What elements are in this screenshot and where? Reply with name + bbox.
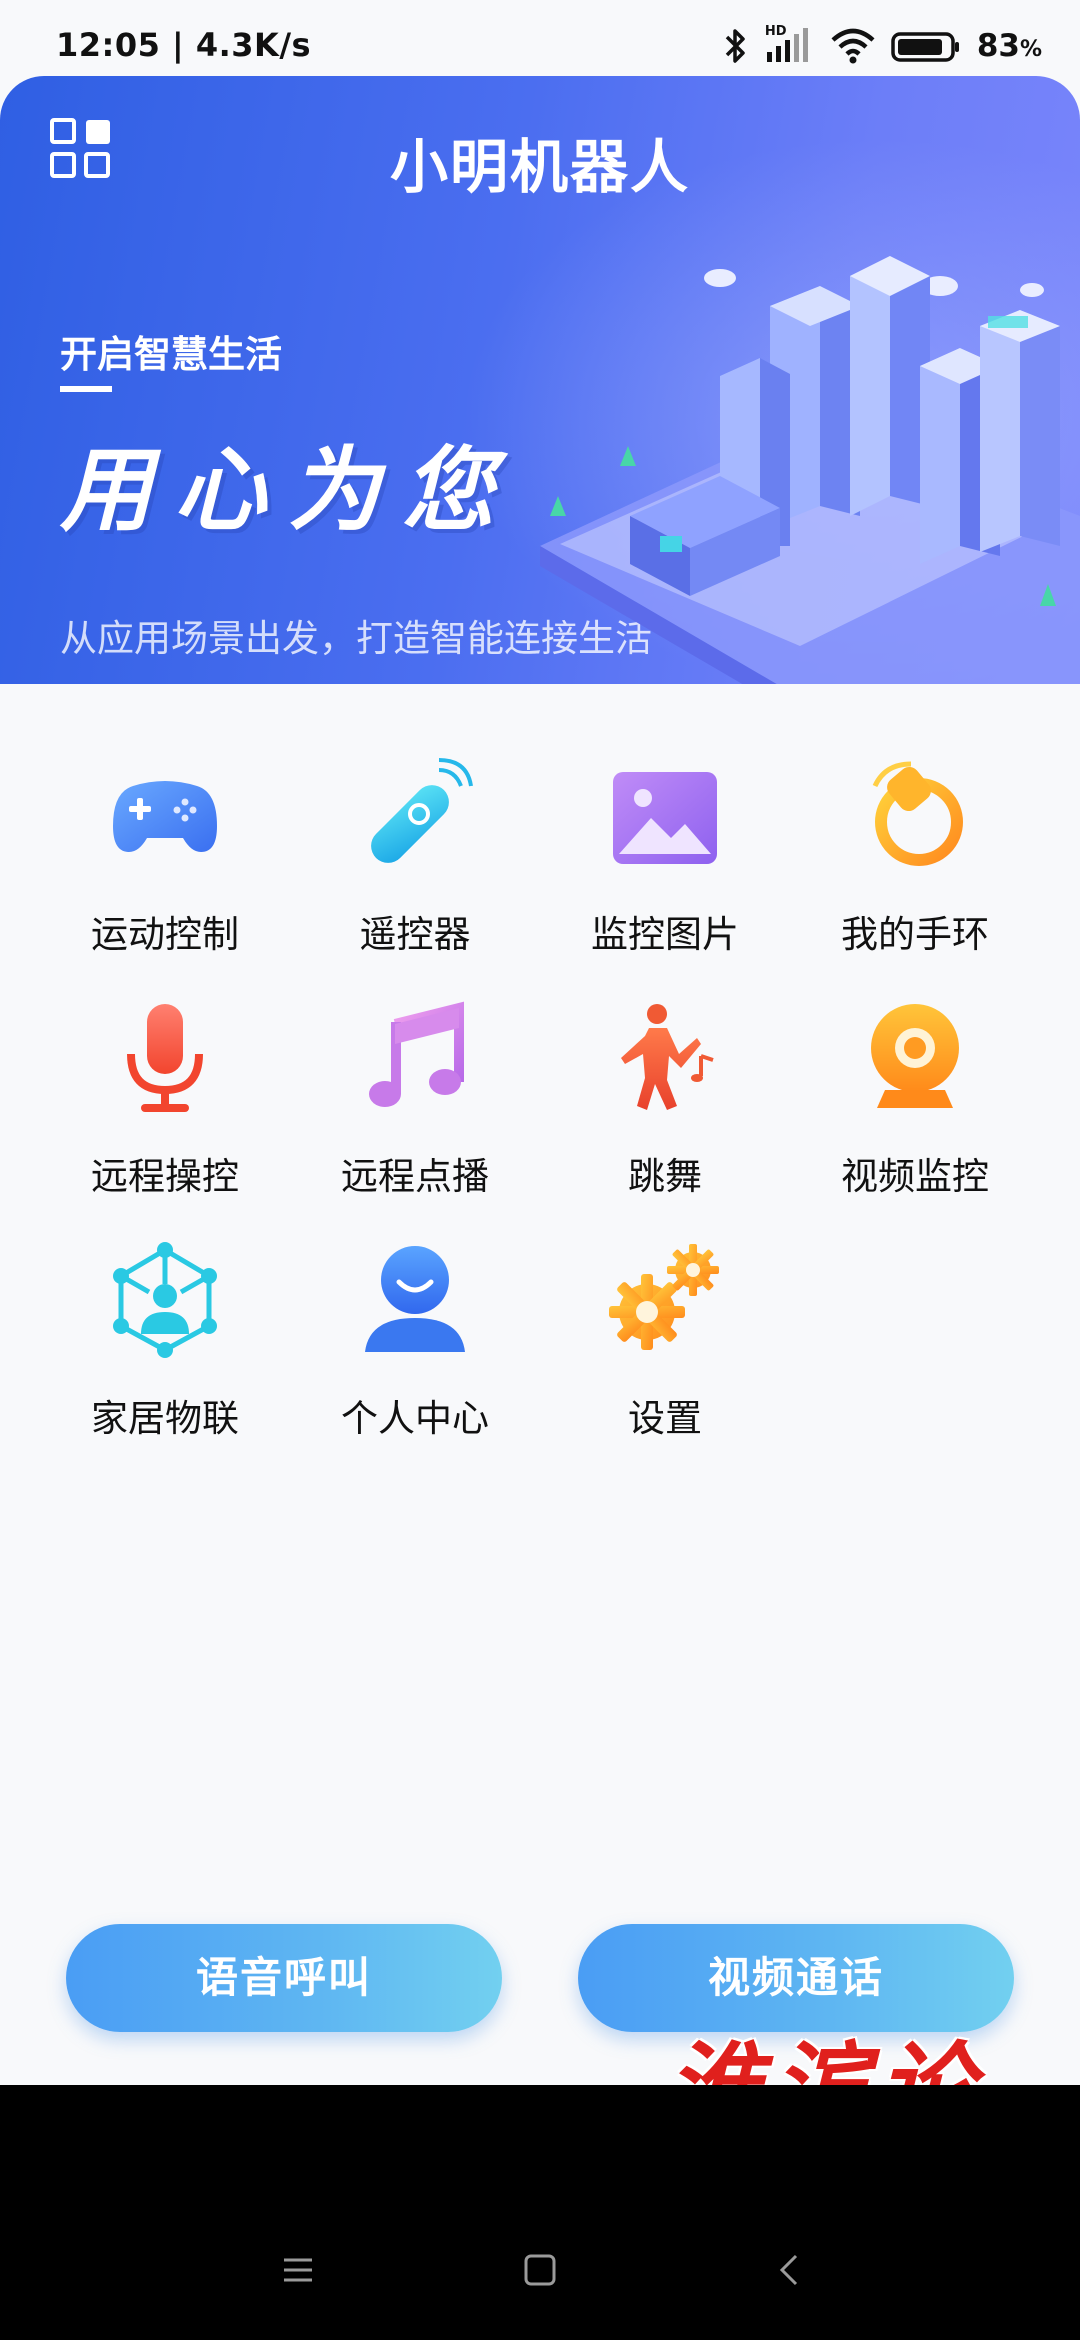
feature-label: 个人中心 <box>341 1397 489 1440</box>
hero-banner: 小明机器人 开启智慧生活 用心为您 从应用场景出发，打造智能连接生活 <box>0 76 1080 684</box>
feature-label: 设置 <box>628 1397 702 1440</box>
feature-label: 监控图片 <box>591 913 739 956</box>
feature-remote-operation[interactable]: 远程操控 <box>40 998 290 1218</box>
banner-slogan: 用心为您 <box>60 437 517 544</box>
music-note-icon <box>369 1001 464 1107</box>
back-chevron-icon[interactable] <box>770 2250 810 2290</box>
feature-label: 视频监控 <box>841 1155 989 1198</box>
feature-settings[interactable]: 设置 <box>540 1240 790 1460</box>
feature-remote-control[interactable]: 遥控器 <box>290 756 540 976</box>
voice-call-button[interactable]: 语音呼叫 <box>66 1924 502 2032</box>
status-icons: HD 83% <box>723 22 1042 70</box>
microphone-icon <box>127 1004 203 1112</box>
gamepad-icon <box>113 781 217 852</box>
battery-value: 83 <box>976 28 1020 64</box>
home-square-icon[interactable] <box>520 2250 560 2290</box>
bluetooth-icon <box>725 29 745 63</box>
feature-label: 遥控器 <box>359 913 471 956</box>
banner-subtitle: 开启智慧生活 <box>60 333 282 376</box>
feature-label: 跳舞 <box>628 1155 702 1198</box>
feature-personal-center[interactable]: 个人中心 <box>290 1240 540 1460</box>
feature-motion-control[interactable]: 运动控制 <box>40 756 290 976</box>
webcam-icon <box>871 1004 959 1108</box>
battery-unit: % <box>1019 37 1042 62</box>
gears-icon <box>609 1244 719 1350</box>
picture-icon <box>613 772 717 864</box>
feature-label: 远程操控 <box>91 1155 239 1198</box>
feature-label: 我的手环 <box>841 913 989 956</box>
status-time: 12:05 | 4.3K/s <box>56 26 312 64</box>
app-screen: 12:05 | 4.3K/s HD 83% 小明机器人 开启智慧生活 用心为您 … <box>0 0 1080 2085</box>
feature-monitor-pictures[interactable]: 监控图片 <box>540 756 790 976</box>
dancer-icon <box>621 1004 714 1110</box>
battery-icon <box>891 32 959 62</box>
wristband-icon <box>872 761 963 866</box>
system-nav-bar <box>0 2085 1080 2340</box>
signal-icon: HD <box>765 24 815 66</box>
banner-divider <box>60 386 112 392</box>
app-title: 小明机器人 <box>389 133 690 201</box>
feature-remote-playback[interactable]: 远程点播 <box>290 998 540 1218</box>
menu-lines-icon[interactable] <box>278 2250 318 2290</box>
network-icon <box>113 1242 217 1358</box>
feature-smart-home-iot[interactable]: 家居物联 <box>40 1240 290 1460</box>
feature-label: 远程点播 <box>341 1155 489 1198</box>
feature-video-monitoring[interactable]: 视频监控 <box>790 998 1040 1218</box>
feature-label: 家居物联 <box>91 1397 239 1440</box>
wifi-icon <box>831 28 875 64</box>
battery-percentage: 83% <box>977 28 1042 64</box>
remote-control-icon <box>371 758 473 863</box>
smart-city-illustration <box>540 256 1080 684</box>
person-icon <box>365 1246 465 1352</box>
feature-my-wristband[interactable]: 我的手环 <box>790 756 1040 976</box>
feature-label: 运动控制 <box>91 913 239 956</box>
feature-dance[interactable]: 跳舞 <box>540 998 790 1218</box>
